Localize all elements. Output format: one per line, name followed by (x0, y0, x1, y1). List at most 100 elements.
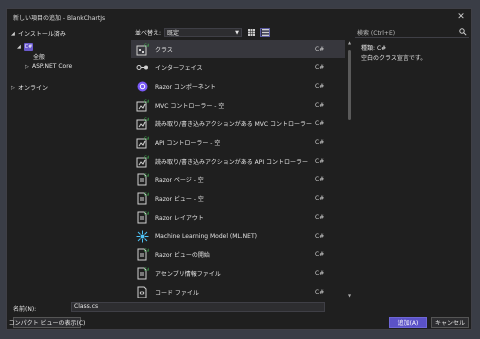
ml-icon (135, 229, 149, 243)
template-language: C# (315, 269, 325, 277)
collapsed-icon: ▷ (11, 84, 15, 91)
list-item[interactable]: C# Razor ビュー - 空 C# (131, 190, 345, 208)
search-icon[interactable] (459, 28, 467, 38)
tree-item-online[interactable]: ▷ オンライン (11, 83, 49, 93)
template-language: C# (315, 157, 325, 165)
tree-item-csharp[interactable]: ◢ C# (17, 42, 35, 51)
template-name: API コントローラー - 空 (155, 140, 221, 147)
tree-label: 全般 (33, 54, 46, 61)
template-name: Razor レイアウト (155, 214, 204, 222)
name-label: 名前(N): (13, 306, 37, 313)
list-item[interactable]: Machine Learning Model (ML.NET) C# (131, 227, 345, 245)
svg-text:C#: C# (144, 267, 149, 272)
template-name: アセンブリ情報ファイル (155, 270, 221, 278)
template-name: 読み取り/書き込みアクションがある API コントローラー (155, 158, 309, 166)
code-file-icon (135, 285, 149, 298)
list-item[interactable]: C# MVC コントローラー - 空 C# (131, 96, 345, 114)
grid-view-icon[interactable] (246, 28, 256, 37)
compact-view-button[interactable]: コンパクト ビューの表示(C) (9, 317, 85, 328)
svg-text:C#: C# (144, 117, 149, 122)
template-name: クラス (155, 46, 173, 54)
svg-text:C#: C# (144, 248, 149, 253)
expanded-icon: ◢ (17, 43, 21, 50)
svg-text:C#: C# (144, 192, 149, 197)
svg-text:C#: C# (144, 155, 149, 160)
details-pane: 検索 (Ctrl+E) 種類: C# 空白のクラス宣言です。 (355, 27, 471, 299)
dialog-footer: 名前(N): Class.cs コンパクト ビューの表示(C) 追加(A) キャ… (7, 301, 471, 331)
list-item[interactable]: C# クラス C# (131, 40, 345, 58)
template-language: C# (315, 139, 325, 146)
template-name: コード ファイル (155, 289, 199, 297)
add-button[interactable]: 追加(A) (389, 317, 427, 328)
csharp-icon: C# (24, 42, 33, 51)
name-field[interactable]: Class.cs (71, 302, 325, 312)
sort-toolbar: 並べ替え: 既定 ▼ (131, 27, 353, 38)
page-icon: C# (135, 173, 149, 187)
template-language: C# (315, 45, 325, 53)
chevron-down-icon: ▼ (235, 30, 240, 36)
template-scrollbar[interactable]: ▲ ▼ (347, 40, 352, 298)
template-name: Razor ページ - 空 (155, 177, 204, 185)
template-panel: 並べ替え: 既定 ▼ C# クラス C# インターフェイス C# Razor コンポーネン… (131, 27, 353, 299)
tree-item-aspnet[interactable]: ▷ ASP.NET Core (25, 62, 72, 71)
controller-icon: C# (135, 154, 149, 168)
template-language: C# (315, 288, 325, 296)
type-row: 種類: C# (361, 44, 426, 54)
list-item[interactable]: C# API コントローラー - 空 C# (131, 134, 345, 152)
template-description: 種類: C# 空白のクラス宣言です。 (361, 44, 426, 64)
list-view-icon[interactable] (260, 28, 271, 37)
type-label: 種類: (361, 45, 376, 52)
svg-text:C#: C# (144, 99, 149, 104)
sort-value: 既定 (167, 30, 180, 37)
page-icon: C# (135, 192, 149, 206)
tree-item-installed[interactable]: ◢ インストール済み (11, 29, 66, 39)
template-name: Razor ビュー - 空 (155, 196, 204, 204)
template-list: C# クラス C# インターフェイス C# Razor コンポーネント C# C# MVC コン… (131, 40, 345, 298)
window-title: 新しい項目の追加 - BlankChartJs (13, 14, 106, 22)
list-item[interactable]: C# 読み取り/書き込みアクションがある API コントローラー C# (131, 152, 345, 170)
tree-label: ASP.NET Core (32, 63, 73, 70)
template-language: C# (315, 176, 325, 184)
controller-icon: C# (135, 117, 149, 131)
list-item[interactable]: Razor コンポーネント C# (131, 77, 345, 95)
page-icon: C# (135, 248, 149, 262)
list-item[interactable]: C#読み取り/書き込みアクションがある MVC コントローラーC# (131, 115, 345, 133)
list-item[interactable]: C# アセンブリ情報ファイル C# (131, 264, 345, 282)
cancel-button[interactable]: キャンセル (431, 317, 469, 328)
page-icon: C# (135, 266, 149, 280)
template-name: インターフェイス (155, 65, 203, 73)
svg-text:C#: C# (144, 136, 149, 141)
list-item[interactable]: C# Razor ビューの開始 C# (131, 246, 345, 264)
collapsed-icon: ▷ (25, 63, 29, 70)
list-item[interactable]: コード ファイル C# (131, 283, 345, 298)
tree-label: オンライン (18, 85, 49, 92)
template-language: C# (315, 120, 325, 128)
class-icon: C# (135, 42, 149, 56)
search-placeholder: 検索 (Ctrl+E) (357, 29, 396, 37)
scroll-down-icon[interactable]: ▼ (347, 293, 352, 298)
expanded-icon: ◢ (11, 30, 15, 37)
svg-text:C#: C# (144, 211, 149, 216)
scroll-thumb[interactable] (348, 50, 351, 120)
sort-dropdown[interactable]: 既定 ▼ (164, 28, 243, 37)
list-item[interactable]: インターフェイス C# (131, 59, 345, 77)
svg-text:C#: C# (144, 43, 149, 48)
controller-icon: C# (135, 136, 149, 150)
list-item[interactable]: C# Razor ページ - 空 C# (131, 171, 345, 189)
tree-item-all[interactable]: 全般 (33, 52, 45, 61)
template-language: C# (315, 195, 325, 203)
category-tree: ◢ インストール済み ◢ C# 全般 ▷ ASP.NET Core ▷ オンライ… (7, 27, 129, 299)
type-value: C# (376, 45, 387, 52)
list-item[interactable]: C# Razor レイアウト C# (131, 208, 345, 226)
template-name: 読み取り/書き込みアクションがある MVC コントローラー (155, 121, 313, 129)
scroll-up-icon[interactable]: ▲ (347, 40, 352, 45)
interface-icon (135, 61, 149, 75)
search-input[interactable]: 検索 (Ctrl+E) (355, 27, 469, 38)
svg-text:C#: C# (144, 173, 149, 178)
close-icon[interactable]: ✕ (455, 11, 467, 23)
page-icon: C# (135, 210, 149, 224)
template-language: C# (315, 213, 325, 221)
add-new-item-dialog: 新しい項目の追加 - BlankChartJs ✕ ◢ インストール済み ◢ C… (6, 8, 472, 330)
template-language: C# (315, 64, 325, 72)
sort-label: 並べ替え: (135, 30, 162, 37)
